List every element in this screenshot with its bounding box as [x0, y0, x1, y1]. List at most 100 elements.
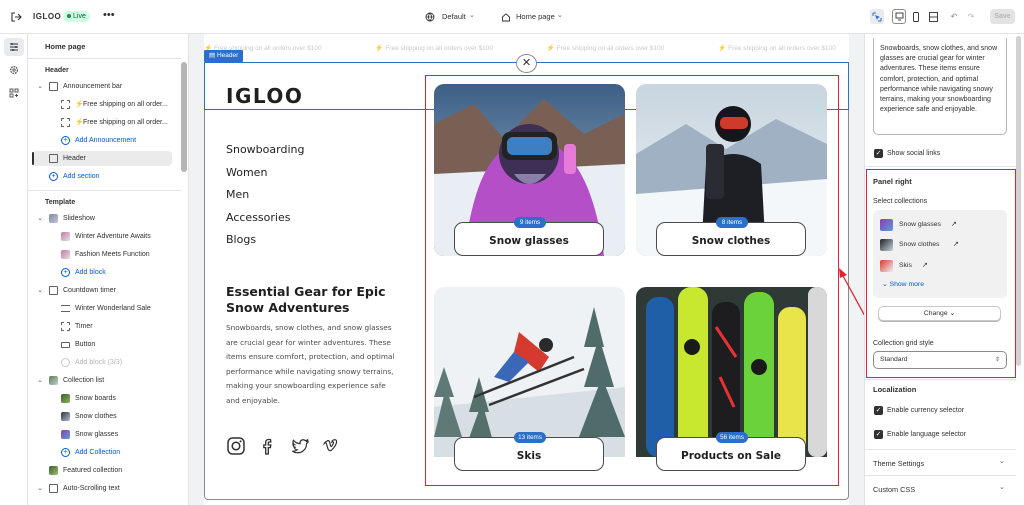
exit-icon[interactable] — [10, 11, 22, 23]
description-textarea[interactable]: Snowboards, snow clothes, and snow glass… — [873, 38, 1007, 135]
featured-collection-icon — [49, 466, 58, 475]
collection-list-icon — [49, 376, 58, 385]
block-label: Button — [75, 341, 96, 348]
nav-link[interactable]: Women — [226, 166, 304, 189]
instagram-icon[interactable] — [226, 436, 246, 456]
block-countdown-item[interactable]: Winter Wonderland Sale — [36, 301, 176, 316]
social-links — [226, 436, 342, 456]
block-announcement[interactable]: ⚡ Free shipping on all order... — [36, 115, 176, 130]
nav-link[interactable]: Accessories — [226, 211, 304, 234]
block-label: Winter Adventure Awaits — [75, 233, 151, 240]
block-slide[interactable]: Fashion Meets Function — [36, 247, 176, 262]
panel-heading: Essential Gear for Epic Snow Adventures — [226, 284, 386, 315]
chevron-down-icon: ⌄ — [999, 484, 1005, 491]
add-section-button[interactable]: + Add section — [36, 169, 176, 184]
desktop-icon — [895, 12, 903, 21]
divider — [865, 449, 1016, 450]
settings-scrollbar[interactable] — [1016, 36, 1021, 366]
block-collection[interactable]: Snow clothes — [36, 409, 176, 424]
collection-card[interactable]: 9 items Snow glasses — [434, 84, 625, 256]
section-label: Featured collection — [63, 467, 123, 474]
section-collection-list[interactable]: ⌄ Collection list — [36, 373, 176, 388]
undo-button[interactable]: ↶ — [947, 9, 961, 24]
rail-sections-button[interactable] — [4, 38, 24, 56]
theme-selector[interactable]: Default ⌄ — [425, 9, 477, 25]
selected-collection-name: Skis — [899, 262, 912, 269]
redo-button[interactable]: ↷ — [964, 9, 978, 24]
divider — [28, 58, 181, 59]
close-menu-icon[interactable]: ✕ — [516, 54, 537, 73]
add-block-button[interactable]: + Add block — [36, 265, 176, 280]
sidebar-scrollbar[interactable] — [181, 62, 187, 172]
block-collection[interactable]: Snow boards — [36, 391, 176, 406]
header-group-label: Header — [45, 67, 69, 74]
nav-link[interactable]: Blogs — [226, 233, 304, 256]
slide-thumbnail-icon — [61, 250, 70, 259]
sections-sidebar: Home page Header ⌄ Announcement bar ⚡ Fr… — [28, 34, 189, 505]
theme-settings-accordion[interactable]: Theme Settings — [873, 459, 924, 468]
external-link-icon[interactable]: ↗ — [922, 259, 928, 273]
block-slide[interactable]: Winter Adventure Awaits — [36, 229, 176, 244]
language-selector-checkbox[interactable]: ✓ — [874, 430, 883, 439]
fullscreen-view-button[interactable] — [926, 9, 940, 24]
vimeo-icon[interactable] — [322, 436, 342, 456]
add-block-label: Add block (3/3) — [75, 359, 123, 366]
store-logo[interactable]: IGLOO — [226, 84, 303, 108]
text-lines-icon — [61, 305, 70, 312]
block-collection[interactable]: Snow glasses — [36, 427, 176, 442]
header-icon — [49, 154, 58, 163]
select-collections-label: Select collections — [873, 198, 928, 205]
section-featured-collection[interactable]: Featured collection — [36, 463, 176, 478]
mobile-view-button[interactable] — [909, 9, 923, 24]
show-more-link[interactable]: ⌄ Show more — [882, 280, 924, 288]
add-announcement-button[interactable]: + Add Announcement — [36, 133, 176, 148]
nav-link[interactable]: Men — [226, 188, 304, 211]
collection-card[interactable]: 13 items Skis — [434, 287, 625, 477]
block-countdown-item[interactable]: Timer — [36, 319, 176, 334]
left-rail — [0, 34, 28, 505]
collection-card[interactable]: 8 items Snow clothes — [636, 84, 827, 256]
section-header[interactable]: Header — [32, 151, 172, 166]
page-selector[interactable]: Home page ⌄ — [501, 9, 567, 25]
add-collection-button[interactable]: + Add Collection — [36, 445, 176, 460]
section-announcement-bar[interactable]: ⌄ Announcement bar — [36, 79, 176, 94]
chevron-down-icon: ⌄ — [999, 458, 1005, 465]
change-collections-button[interactable]: Change ⌄ — [878, 306, 1001, 321]
save-button[interactable]: Save — [990, 9, 1015, 24]
grid-style-value: Standard — [880, 356, 908, 363]
twitter-icon[interactable] — [290, 436, 310, 456]
external-link-icon[interactable]: ↗ — [953, 238, 959, 252]
rail-settings-button[interactable] — [4, 61, 24, 79]
block-icon — [61, 100, 70, 109]
live-badge-label: Live — [73, 13, 86, 20]
block-announcement[interactable]: ⚡ Free shipping on all order... — [36, 97, 176, 112]
custom-css-accordion[interactable]: Custom CSS — [873, 485, 915, 494]
rail-apps-button[interactable] — [4, 84, 24, 102]
section-countdown-timer[interactable]: ⌄ Countdown timer — [36, 283, 176, 298]
block-icon — [61, 118, 70, 127]
plus-circle-icon: + — [61, 448, 70, 457]
slide-thumbnail-icon — [61, 232, 70, 241]
announcement-text: ⚡ Free shipping on all orders over $100 — [718, 45, 836, 52]
facebook-icon[interactable] — [258, 436, 278, 456]
currency-selector-checkbox[interactable]: ✓ — [874, 406, 883, 415]
show-social-links-checkbox[interactable]: ✓ — [874, 149, 883, 158]
selected-indicator — [32, 152, 34, 165]
nav-link[interactable]: Snowboarding — [226, 143, 304, 166]
globe-icon — [425, 12, 435, 22]
section-auto-scrolling-text[interactable]: ⌄ Auto-Scrolling text — [36, 481, 176, 496]
inspector-toggle-button[interactable] — [870, 9, 884, 24]
add-block-disabled-button[interactable]: Add block (3/3) — [36, 355, 176, 370]
collection-grid-style-label: Collection grid style — [873, 340, 934, 347]
external-link-icon[interactable]: ↗ — [951, 218, 957, 232]
more-actions-button[interactable]: ••• — [103, 9, 115, 21]
panel-right-heading: Panel right — [873, 177, 912, 186]
block-label: Snow boards — [75, 395, 116, 402]
section-slideshow[interactable]: ⌄ Slideshow — [36, 211, 176, 226]
block-countdown-item[interactable]: Button — [36, 337, 176, 352]
desktop-view-button[interactable] — [892, 9, 906, 24]
collection-grid-style-select[interactable]: Standard ⇕ — [873, 351, 1007, 369]
localization-heading: Localization — [873, 385, 917, 394]
collection-card[interactable]: 56 items Products on Sale — [636, 287, 827, 477]
announcement-text: ⚡ Free shipping on all orders over $100 — [546, 45, 665, 52]
